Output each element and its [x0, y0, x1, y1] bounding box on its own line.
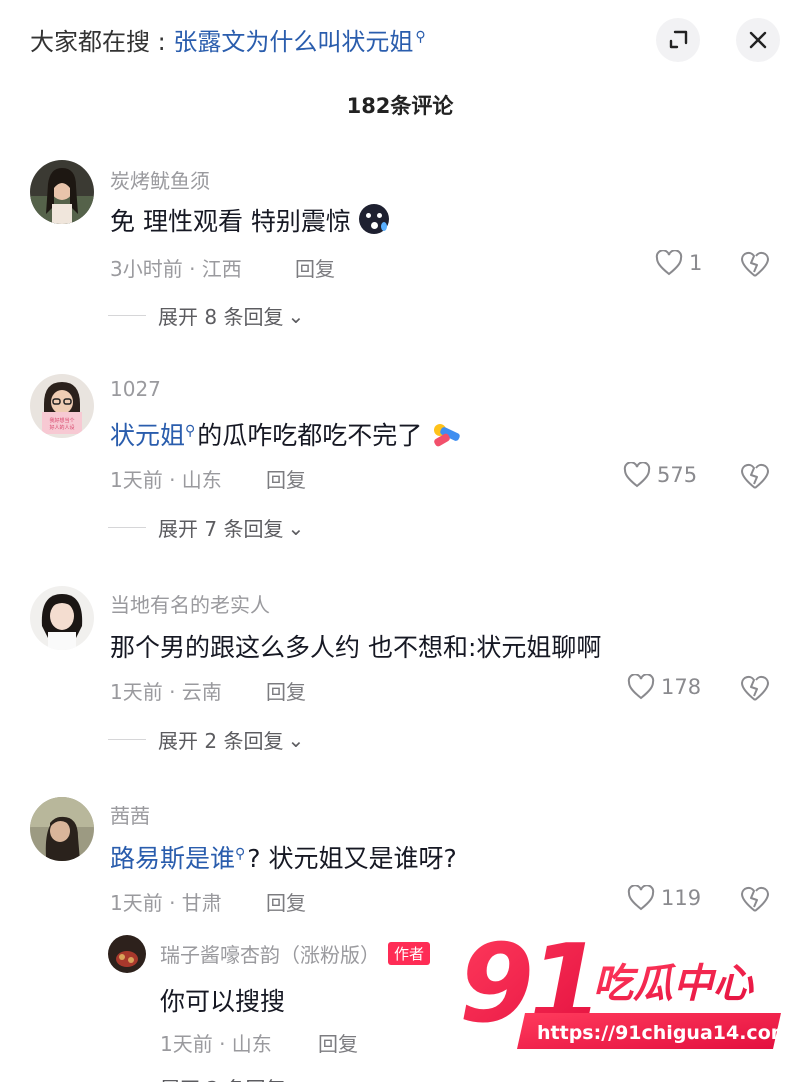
- expand-replies-button[interactable]: 展开 2 条回复 ⌄: [108, 725, 304, 754]
- search-suggestion[interactable]: 大家都在搜 : 张露文为什么叫状元姐 ⚲: [30, 22, 426, 57]
- comment-text: 状元姐⚲的瓜咋吃都吃不完了: [110, 416, 464, 452]
- reply-author-name[interactable]: 瑞子酱嚎杏韵（涨粉版）: [160, 943, 380, 967]
- like-button[interactable]: 178: [627, 674, 701, 700]
- expand-replies-button[interactable]: 展开 8 条回复 ⌄: [108, 301, 304, 330]
- avatar[interactable]: 我好想当个 好人的人设: [30, 374, 94, 438]
- comment-text: 免 理性观看 特别震惊: [110, 202, 389, 238]
- comment-author[interactable]: 炭烤鱿鱼须: [110, 165, 210, 194]
- reply-meta: 1天前 · 山东: [160, 1032, 272, 1056]
- avatar[interactable]: [30, 586, 94, 650]
- search-icon: ⚲: [415, 29, 426, 45]
- comment-meta: 1天前 · 山东: [110, 468, 222, 492]
- comment-meta: 1天前 · 甘肃: [110, 891, 222, 915]
- broken-heart-icon: [741, 251, 769, 277]
- svg-text:吃瓜中心: 吃瓜中心: [593, 961, 754, 1007]
- like-button[interactable]: 1: [655, 250, 702, 276]
- reply-text: 你可以搜搜: [160, 987, 286, 1016]
- search-suggestion-prefix: 大家都在搜 :: [30, 28, 174, 56]
- expand-icon: [669, 30, 688, 49]
- author-badge: 作者: [388, 942, 431, 965]
- expand-button[interactable]: [656, 18, 700, 62]
- expand-replies-button[interactable]: 展开 2 条回复: [160, 1073, 285, 1082]
- divider: [108, 527, 146, 528]
- divider: [108, 739, 146, 740]
- dislike-button[interactable]: [740, 674, 770, 706]
- comment-author[interactable]: 茜茜: [110, 800, 150, 829]
- reply-author: 瑞子酱嚎杏韵（涨粉版） 作者: [160, 939, 431, 968]
- comment-meta: 3小时前 · 江西: [110, 257, 242, 281]
- heart-icon: [655, 250, 683, 276]
- comment-body: 免 理性观看 特别震惊: [110, 207, 351, 236]
- chevron-down-icon: ⌄: [287, 727, 305, 752]
- reply-button[interactable]: 回复: [266, 464, 306, 493]
- comment-body: 的瓜咋吃都吃不完了: [197, 421, 423, 450]
- search-link[interactable]: 路易斯是谁: [110, 844, 235, 873]
- heart-icon: [627, 674, 655, 700]
- chevron-down-icon: ⌄: [287, 303, 305, 328]
- chevron-down-icon: ⌄: [287, 515, 305, 540]
- close-button[interactable]: [736, 18, 780, 62]
- top-bar: 大家都在搜 : 张露文为什么叫状元姐 ⚲: [0, 0, 800, 80]
- like-button[interactable]: 119: [627, 885, 701, 911]
- divider: [108, 315, 146, 316]
- expand-replies-label: 展开 2 条回复: [160, 1073, 285, 1082]
- broken-heart-icon: [741, 463, 769, 489]
- expand-replies-label: 展开 7 条回复: [158, 517, 284, 541]
- like-count: 1: [689, 251, 703, 275]
- search-icon: ⚲: [185, 422, 196, 439]
- avatar[interactable]: [30, 797, 94, 861]
- running-emoji-icon: [430, 420, 464, 448]
- search-suggestion-keyword[interactable]: 张露文为什么叫状元姐: [173, 28, 413, 56]
- search-link[interactable]: 状元姐: [110, 421, 185, 450]
- reply-button[interactable]: 回复: [266, 676, 306, 705]
- dislike-button[interactable]: [740, 462, 770, 494]
- dislike-button[interactable]: [740, 250, 770, 282]
- expand-replies-label: 展开 2 条回复: [158, 729, 284, 753]
- like-count: 119: [661, 886, 702, 910]
- avatar[interactable]: [108, 935, 146, 973]
- expand-replies-label: 展开 8 条回复: [158, 305, 284, 329]
- expand-replies-button[interactable]: 展开 7 条回复 ⌄: [108, 513, 304, 542]
- heart-icon: [627, 885, 655, 911]
- svg-text:好人的人设: 好人的人设: [49, 424, 74, 431]
- like-count: 575: [657, 463, 698, 487]
- shocked-emoji-icon: [358, 204, 389, 234]
- reply-button[interactable]: 回复: [318, 1028, 358, 1057]
- comment-body: ? 状元姐又是谁呀?: [247, 844, 457, 873]
- svg-text:https://91chigua14.com: https://91chigua14.com: [537, 1022, 785, 1044]
- close-icon: [749, 31, 767, 49]
- comment-count: 182条评论: [346, 94, 454, 118]
- comment-meta: 1天前 · 云南: [110, 680, 222, 704]
- broken-heart-icon: [741, 886, 769, 912]
- reply-button[interactable]: 回复: [295, 253, 335, 282]
- avatar[interactable]: [30, 160, 94, 224]
- like-count: 178: [661, 675, 702, 699]
- broken-heart-icon: [741, 675, 769, 701]
- comment-text: 那个男的跟这么多人约 也不想和:状元姐聊啊: [110, 633, 602, 662]
- like-button[interactable]: 575: [623, 462, 697, 488]
- watermark-logo: 91 吃瓜中心 https://91chigua14.com: [455, 922, 791, 1065]
- comment-author[interactable]: 1027: [110, 377, 161, 401]
- reply-button[interactable]: 回复: [266, 887, 306, 916]
- heart-icon: [623, 462, 651, 488]
- dislike-button[interactable]: [740, 885, 770, 917]
- comment-text: 路易斯是谁⚲? 状元姐又是谁呀?: [110, 839, 457, 875]
- search-icon: ⚲: [235, 845, 246, 862]
- svg-text:我好想当个: 我好想当个: [49, 417, 74, 424]
- comment-author[interactable]: 当地有名的老实人: [110, 589, 270, 618]
